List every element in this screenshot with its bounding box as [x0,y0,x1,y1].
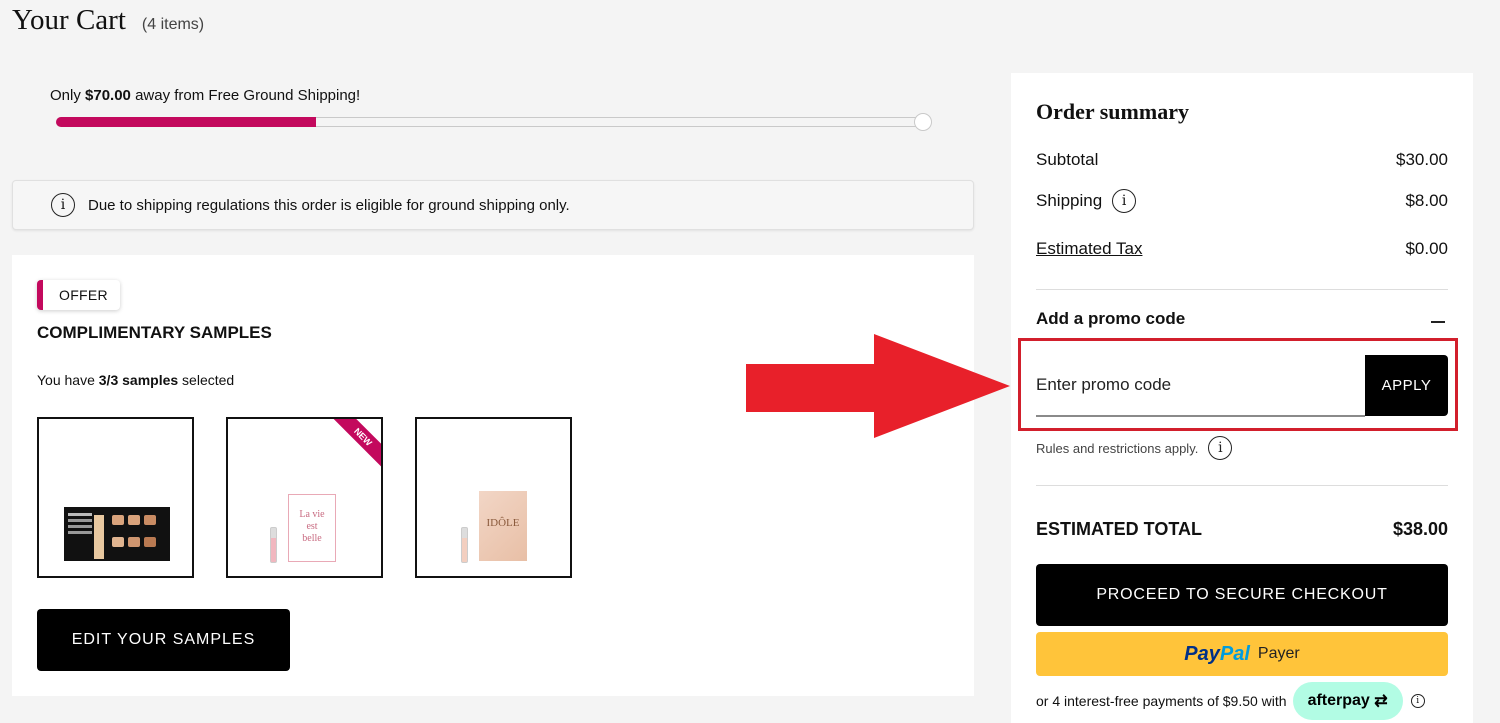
progress-bar-track [56,113,932,131]
notice-text: Due to shipping regulations this order i… [88,196,570,214]
foundation-palette-image [64,507,170,561]
info-icon: i [51,193,75,217]
estimated-total-row: ESTIMATED TOTAL $38.00 [1036,519,1448,540]
afterpay-message: or 4 interest-free payments of $9.50 wit… [1036,682,1425,720]
shipping-amount-remaining: $70.00 [85,87,131,104]
promo-rules: Rules and restrictions apply. i [1036,436,1233,460]
page-title: Your Cart [12,4,126,36]
shipping-label: Shipping [1036,191,1103,210]
free-shipping-message: Only $70.00 away from Free Ground Shippi… [50,87,361,104]
afterpay-logo[interactable]: afterpay ⇄ [1292,682,1403,720]
afterpay-info-icon[interactable]: i [1410,694,1425,708]
la-vie-est-belle-sample-image: La vie est belle [288,494,336,562]
samples-title: COMPLIMENTARY SAMPLES [37,323,272,342]
paypal-button[interactable]: PayPal Payer [1036,632,1448,676]
estimated-total-label: ESTIMATED TOTAL [1036,519,1202,539]
offer-badge: OFFER [37,280,120,310]
vial-image [270,527,277,563]
red-arrow-annotation [746,334,1010,438]
free-shipping-progress: Only $70.00 away from Free Ground Shippi… [50,87,940,131]
promo-code-toggle[interactable]: Add a promo code [1036,309,1448,329]
shipping-info-icon[interactable]: i [1112,189,1137,213]
subtotal-label: Subtotal [1036,150,1099,169]
rules-info-icon[interactable]: i [1208,436,1233,460]
subtotal-row: Subtotal $30.00 [1036,150,1448,170]
estimated-total-value: $38.00 [1392,519,1448,539]
promo-code-input[interactable] [1036,355,1365,417]
sample-tile-3[interactable]: IDÔLE [415,417,572,578]
edit-samples-button[interactable]: EDIT YOUR SAMPLES [37,609,290,671]
rules-text: Rules and restrictions apply. [1036,440,1199,456]
divider [1036,289,1448,290]
tax-value: $0.00 [1405,239,1448,258]
complimentary-samples-panel: OFFER COMPLIMENTARY SAMPLES You have 3/3… [12,255,974,696]
progress-bar-fill [56,117,317,127]
progress-goal-marker [914,113,932,131]
afterpay-text: or 4 interest-free payments of $9.50 wit… [1036,693,1287,709]
shipping-value: $8.00 [1405,191,1448,210]
new-ribbon: NEW [329,419,381,471]
idole-sample-image: IDÔLE [479,491,527,561]
subtotal-value: $30.00 [1396,150,1448,169]
sample-tile-1[interactable] [37,417,194,578]
collapse-minus-icon[interactable] [1431,321,1445,323]
tax-row: Estimated Tax $0.00 [1036,239,1448,259]
afterpay-arrows-icon: ⇄ [1374,693,1388,710]
secure-checkout-button[interactable]: PROCEED TO SECURE CHECKOUT [1036,564,1448,626]
samples-count: You have 3/3 samples selected [37,372,235,388]
sample-tile-2[interactable]: NEW La vie est belle [226,417,383,578]
item-count: (4 items) [141,16,205,33]
paypal-logo: PayPal [1184,642,1250,665]
order-summary-title: Order summary [1036,99,1189,124]
shipping-notice: i Due to shipping regulations this order… [12,180,974,230]
cart-header: Your Cart (4 items) [12,4,204,37]
apply-promo-button[interactable]: APPLY [1365,355,1448,416]
promo-heading: Add a promo code [1036,309,1186,328]
divider [1036,485,1448,486]
estimated-tax-link[interactable]: Estimated Tax [1036,239,1142,259]
shipping-row: Shipping i $8.00 [1036,189,1448,213]
vial-image [461,527,468,563]
order-summary-panel: Order summary Subtotal $30.00 Shipping i… [1011,73,1473,723]
paypal-label: Payer [1257,645,1300,662]
